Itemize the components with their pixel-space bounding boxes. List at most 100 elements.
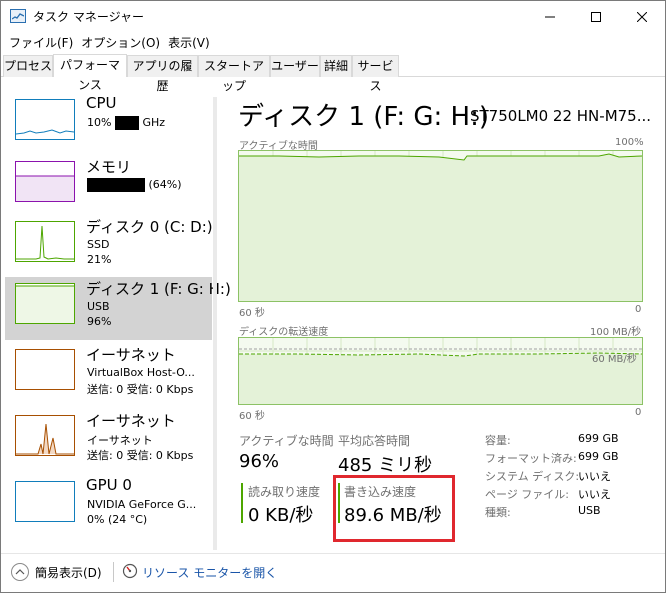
ethernet1-adapter: VirtualBox Host-O... bbox=[87, 366, 195, 379]
maximize-icon bbox=[591, 11, 601, 22]
tab-strip: プロセス パフォーマンス アプリの履歴 スタートアップ ユーザー 詳細 サービス bbox=[1, 54, 665, 93]
tab-startup[interactable]: スタートアップ bbox=[198, 55, 270, 93]
sidebar-item-disk-0[interactable]: ディスク 0 (C: D:) SSD 21% bbox=[5, 215, 213, 278]
graph1-max: 100% bbox=[615, 137, 644, 148]
sidebar-item-detail: 10% GHz bbox=[87, 116, 165, 130]
page-title: ディスク 1 (F: G: H:) bbox=[238, 102, 489, 132]
maximize-button[interactable] bbox=[573, 1, 619, 32]
sidebar-item-label: CPU bbox=[86, 94, 117, 112]
resource-monitor-icon[interactable] bbox=[122, 563, 138, 579]
graph2-time-start: 60 秒 bbox=[239, 411, 265, 422]
sidebar-item-label: イーサネット bbox=[86, 412, 176, 430]
disk0-usage: 21% bbox=[87, 253, 112, 266]
resource-list: CPU 10% GHz メモリ (64%) ディスク 0 (C: D:) SSD bbox=[5, 93, 231, 553]
graph2-max: 100 MB/秒 bbox=[590, 327, 642, 338]
task-manager-app-icon bbox=[10, 9, 26, 23]
transfer-rate-graph-plot bbox=[239, 338, 642, 404]
redaction-bar bbox=[114, 116, 139, 130]
resource-list-scrollbar[interactable] bbox=[213, 97, 217, 550]
write-speed-highlight-box bbox=[333, 475, 455, 542]
cpu-speed-unit: GHz bbox=[142, 116, 166, 129]
active-time-graph bbox=[238, 150, 643, 302]
sidebar-item-disk-1[interactable]: ディスク 1 (F: G: H:) USB 96% bbox=[5, 277, 231, 340]
system-disk-value: いいえ bbox=[578, 470, 611, 483]
read-speed-label: 読み取り速度 bbox=[248, 485, 321, 499]
sidebar-item-gpu[interactable]: GPU 0 NVIDIA GeForce G... 0% (24 °C) bbox=[5, 475, 212, 538]
footer-divider bbox=[113, 562, 114, 582]
memory-thumbnail-graph bbox=[15, 161, 75, 202]
close-icon bbox=[637, 11, 647, 22]
active-time-label: アクティブな時間 bbox=[239, 434, 334, 448]
type-value: USB bbox=[578, 504, 601, 517]
disk0-thumbnail-graph bbox=[15, 221, 75, 262]
title-bar[interactable]: タスク マネージャー bbox=[1, 1, 665, 32]
close-button[interactable] bbox=[619, 1, 665, 32]
sidebar-item-label: GPU 0 bbox=[86, 476, 132, 494]
sidebar-item-label: ディスク 1 (F: G: H:) bbox=[86, 280, 231, 298]
menu-view[interactable]: 表示(V) bbox=[166, 32, 216, 52]
gpu-usage-temp: 0% (24 °C) bbox=[87, 513, 148, 526]
ethernet1-throughput: 送信: 0 受信: 0 Kbps bbox=[87, 383, 194, 396]
formatted-label: フォーマット済み: bbox=[485, 452, 577, 465]
ethernet1-thumbnail-graph bbox=[15, 349, 75, 390]
sidebar-item-detail: (64%) bbox=[87, 178, 182, 192]
ethernet2-throughput: 送信: 0 受信: 0 Kbps bbox=[87, 449, 194, 462]
chevron-up-icon bbox=[15, 569, 25, 575]
gpu-model: NVIDIA GeForce G... bbox=[87, 498, 197, 511]
read-speed-value: 0 KB/秒 bbox=[248, 505, 314, 526]
disk1-type: USB bbox=[87, 300, 110, 313]
fewer-details-link[interactable]: 簡易表示(D) bbox=[35, 564, 102, 581]
sidebar-item-label: ディスク 0 (C: D:) bbox=[86, 218, 213, 236]
capacity-label: 容量: bbox=[485, 434, 511, 447]
tab-performance[interactable]: パフォーマンス bbox=[53, 54, 127, 92]
graph1-time-start: 60 秒 bbox=[239, 308, 265, 319]
type-label: 種類: bbox=[485, 506, 511, 519]
graph1-time-end: 0 bbox=[635, 304, 642, 315]
minimize-button[interactable] bbox=[527, 1, 573, 32]
sidebar-item-label: メモリ bbox=[86, 158, 132, 176]
gpu-thumbnail-graph bbox=[15, 481, 75, 522]
disk1-thumbnail-graph bbox=[15, 283, 75, 324]
disk-model: ST750LM0 22 HN-M75... bbox=[470, 107, 652, 125]
graph2-title: ディスクの転送速度 bbox=[239, 327, 329, 338]
ethernet2-adapter: イーサネット bbox=[87, 434, 153, 447]
redaction-bar bbox=[87, 178, 145, 192]
ethernet2-thumbnail-graph bbox=[15, 415, 75, 456]
sidebar-item-ethernet-1[interactable]: イーサネット VirtualBox Host-O... 送信: 0 受信: 0 … bbox=[5, 343, 212, 406]
menu-bar: ファイル(F) オプション(O) 表示(V) bbox=[1, 32, 665, 52]
tab-processes[interactable]: プロセス bbox=[3, 55, 53, 77]
footer-bar: 簡易表示(D) リソース モニターを開く bbox=[1, 553, 665, 592]
minimize-icon bbox=[545, 16, 555, 17]
avg-response-label: 平均応答時間 bbox=[338, 434, 411, 448]
page-file-value: いいえ bbox=[578, 488, 611, 501]
sidebar-item-ethernet-2[interactable]: イーサネット イーサネット 送信: 0 受信: 0 Kbps bbox=[5, 409, 212, 472]
system-disk-label: システム ディスク: bbox=[485, 470, 580, 483]
task-manager-window: タスク マネージャー ファイル(F) オプション(O) 表示(V) プロセス パ… bbox=[0, 0, 666, 593]
collapse-button[interactable] bbox=[11, 563, 29, 581]
tab-app-history[interactable]: アプリの履歴 bbox=[127, 55, 198, 93]
tab-users[interactable]: ユーザー bbox=[270, 55, 320, 77]
active-time-graph-plot bbox=[239, 151, 642, 301]
tab-details[interactable]: 詳細 bbox=[320, 55, 352, 77]
sidebar-item-label: イーサネット bbox=[86, 346, 176, 364]
window-title: タスク マネージャー bbox=[33, 10, 144, 24]
transfer-rate-graph: 60 MB/秒 bbox=[238, 337, 643, 405]
read-speed-indicator bbox=[241, 483, 243, 523]
menu-file[interactable]: ファイル(F) bbox=[7, 32, 79, 52]
menu-options[interactable]: オプション(O) bbox=[79, 32, 166, 52]
memory-usage: (64%) bbox=[148, 178, 182, 191]
cpu-usage: 10% bbox=[87, 116, 112, 129]
sidebar-item-cpu[interactable]: CPU 10% GHz bbox=[5, 93, 212, 156]
disk1-usage: 96% bbox=[87, 315, 112, 328]
graph2-time-end: 0 bbox=[635, 407, 642, 418]
graph2-scale-label: 60 MB/秒 bbox=[592, 354, 637, 365]
capacity-value: 699 GB bbox=[578, 432, 619, 445]
page-file-label: ページ ファイル: bbox=[485, 488, 569, 501]
open-resource-monitor-link[interactable]: リソース モニターを開く bbox=[142, 564, 277, 581]
formatted-value: 699 GB bbox=[578, 450, 619, 463]
disk0-type: SSD bbox=[87, 238, 110, 251]
cpu-thumbnail-graph bbox=[15, 99, 75, 140]
tab-services[interactable]: サービス bbox=[352, 55, 399, 93]
sidebar-item-memory[interactable]: メモリ (64%) bbox=[5, 155, 212, 218]
avg-response-value: 485 ミリ秒 bbox=[338, 455, 433, 476]
